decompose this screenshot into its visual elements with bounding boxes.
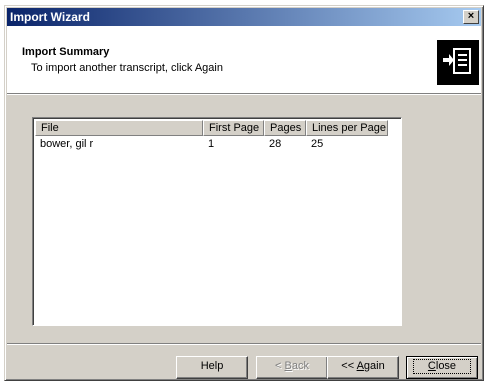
title-bar[interactable]: Import Wizard × — [7, 8, 481, 26]
help-button[interactable]: Help — [176, 356, 248, 379]
column-header-pages[interactable]: Pages — [264, 120, 306, 136]
window-title: Import Wizard — [10, 10, 90, 24]
page-title: Import Summary — [22, 46, 110, 58]
page-subtitle: To import another transcript, click Agai… — [31, 62, 223, 74]
close-label-rest: lose — [435, 360, 457, 372]
cell-file: bower, gil r — [40, 138, 94, 150]
again-label-rest: gain — [363, 360, 385, 372]
again-accel: A — [356, 360, 364, 372]
column-header-first-page[interactable]: First Page — [203, 120, 264, 136]
back-label-rest: ack — [291, 360, 309, 372]
close-icon[interactable]: × — [463, 10, 479, 24]
column-header-file[interactable]: File — [35, 120, 203, 136]
import-document-icon — [437, 40, 479, 85]
import-summary-list[interactable]: File First Page Pages Lines per Page bow… — [32, 117, 402, 326]
cell-pages: 28 — [269, 138, 282, 150]
back-accel: B — [284, 360, 292, 372]
import-wizard-dialog: Import Wizard × Import Summary To import… — [4, 5, 484, 381]
close-focus-rect: Close — [412, 359, 472, 374]
back-prefix: < — [275, 360, 285, 372]
close-accel: C — [427, 360, 436, 372]
cell-lines-per-page: 25 — [311, 138, 324, 150]
footer-separator — [7, 343, 481, 345]
again-prefix: << — [341, 360, 357, 372]
table-row[interactable]: bower, gil r 1 28 25 — [35, 138, 388, 152]
cell-first-page: 1 — [208, 138, 215, 150]
header-separator — [7, 93, 481, 95]
column-header-lines-per-page[interactable]: Lines per Page — [306, 120, 388, 136]
close-button[interactable]: Close — [406, 356, 478, 379]
wizard-header: Import Summary To import another transcr… — [7, 26, 481, 93]
back-button[interactable]: < Back — [256, 356, 328, 379]
again-button[interactable]: << Again — [327, 356, 399, 379]
list-header: File First Page Pages Lines per Page — [35, 120, 388, 136]
